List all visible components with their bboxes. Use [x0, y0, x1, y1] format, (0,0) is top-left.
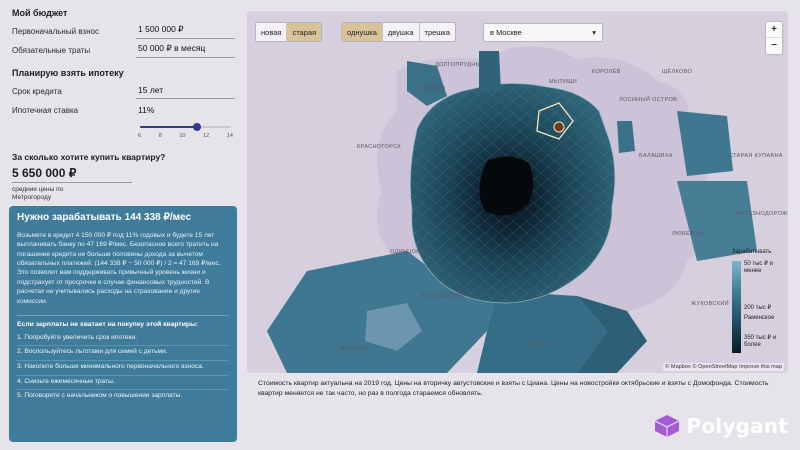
- down-payment-row: Первоначальный взнос 1 500 000 ₽: [12, 22, 235, 39]
- city-label: Долгопрудный: [435, 62, 486, 68]
- city-label: Мытищи: [549, 79, 578, 85]
- room-toggle: однушка двушка трешка: [341, 22, 456, 42]
- tips-title: Если зарплаты не хватает на покупку этой…: [17, 320, 199, 328]
- legend-mid: 200 тыс ₽: [744, 305, 772, 311]
- legend-low: 50 тыс ₽ и менее: [744, 261, 773, 274]
- tip-item: 4. Снизьте ежемесячные траты.: [17, 376, 229, 391]
- rate-tick: 6: [138, 133, 142, 139]
- rate-slider[interactable]: 6 8 10 12 14: [136, 120, 235, 142]
- city-label: Люберцы: [672, 231, 704, 237]
- rate-slider-fill: [140, 126, 197, 128]
- city-label: Щёлково: [662, 69, 693, 75]
- mortgage-title: Планирую взять ипотеку: [12, 68, 124, 78]
- result-title: Нужно зарабатывать 144 338 ₽/мес: [17, 212, 192, 223]
- result-panel: Нужно зарабатывать 144 338 ₽/мес Возьмет…: [9, 206, 237, 442]
- city-label: Одинцово: [390, 249, 425, 255]
- room-button-1[interactable]: двушка: [382, 23, 420, 41]
- city-label: Железнодорожный: [735, 211, 788, 217]
- rate-label: Ипотечная ставка: [12, 106, 79, 115]
- tip-item: 3. Накопите больше минимального первонач…: [17, 361, 229, 376]
- down-payment-input[interactable]: 1 500 000 ₽: [136, 24, 235, 39]
- price-note: средние цены по Метрогороду: [12, 186, 64, 202]
- rate-row: Ипотечная ставка 11%: [12, 101, 235, 118]
- city-label: Балашиха: [639, 153, 673, 159]
- tip-item: 2. Воспользуйтесь льготами для семей с д…: [17, 346, 229, 361]
- location-select[interactable]: в Москве ▾: [483, 23, 603, 42]
- term-row: Срок кредита 15 лет: [12, 82, 235, 99]
- map-canvas[interactable]: [247, 11, 788, 373]
- city-label: Королёв: [592, 69, 621, 75]
- expenses-input[interactable]: 50 000 ₽ в месяц: [136, 43, 235, 58]
- expenses-row: Обязательные траты 50 000 ₽ в месяц: [12, 41, 235, 58]
- city-label: Лосиный Остров: [619, 97, 678, 103]
- footnote: Стоимость квартир актуальна на 2019 год.…: [258, 380, 769, 397]
- market-button-0[interactable]: новая: [256, 23, 288, 41]
- term-label: Срок кредита: [12, 87, 62, 96]
- market-toggle: новая старая: [255, 22, 323, 42]
- rate-tick: 14: [226, 133, 233, 139]
- down-payment-label: Первоначальный взнос: [12, 27, 99, 36]
- legend-high: 350 тыс ₽ и более: [744, 335, 777, 348]
- rate-slider-handle[interactable]: [192, 123, 201, 131]
- price-question: За сколько хотите купить квартиру?: [12, 152, 166, 162]
- room-button-0[interactable]: однушка: [342, 23, 383, 41]
- chevron-down-icon: ▾: [592, 28, 596, 37]
- brand-watermark: Polygant: [653, 414, 788, 438]
- rate-tick: 12: [203, 133, 210, 139]
- map-attribution[interactable]: © Mapbox © OpenStreetMap Improve this ma…: [663, 363, 784, 371]
- brand-name: Polygant: [686, 414, 788, 438]
- city-label: Внуково: [339, 346, 368, 352]
- city-label: Жуковский: [691, 301, 729, 307]
- zoom-out-button[interactable]: −: [766, 38, 782, 54]
- tip-item: 5. Поговорите с начальником о повышении …: [17, 392, 183, 400]
- map[interactable]: новая старая однушка двушка трешка в Москве…: [247, 11, 788, 373]
- price-input[interactable]: 5 650 000 ₽: [12, 166, 132, 183]
- rate-tick: 10: [179, 133, 186, 139]
- city-label: Видное: [525, 342, 551, 348]
- legend-title: Зарабатывать: [732, 249, 772, 255]
- result-description: Возьмете в кредит 4 150 000 ₽ под 11% го…: [17, 232, 221, 305]
- term-input[interactable]: 15 лет: [136, 85, 235, 99]
- city-label: Химки: [424, 86, 446, 92]
- rate-slider-track[interactable]: [140, 123, 231, 131]
- legend-inline-city: Раменское: [744, 315, 775, 321]
- location-select-value: в Москве: [490, 28, 522, 37]
- zoom-control: + −: [766, 22, 782, 54]
- zoom-in-button[interactable]: +: [766, 22, 782, 38]
- map-legend: Зарабатывать 50 тыс ₽ и менее 200 тыс ₽ …: [732, 249, 782, 353]
- rate-slider-ticks: 6 8 10 12 14: [136, 133, 235, 139]
- rate-tick: 8: [158, 133, 162, 139]
- expenses-label: Обязательные траты: [12, 46, 91, 55]
- rate-value: 11%: [138, 105, 155, 115]
- city-label: Старая Купавна: [729, 153, 783, 159]
- result-divider: [17, 314, 229, 316]
- budget-title: Мой бюджет: [12, 8, 68, 18]
- market-button-1[interactable]: старая: [287, 23, 322, 41]
- city-label: Московский: [422, 293, 465, 299]
- city-label: Красногорск: [357, 144, 401, 150]
- polygant-logo-icon: [655, 415, 680, 437]
- room-button-2[interactable]: трешка: [419, 23, 455, 41]
- tip-item: 1. Попробуйте увеличить срок ипотеки.: [17, 332, 229, 347]
- tips-list: 1. Попробуйте увеличить срок ипотеки. 2. …: [17, 332, 229, 404]
- legend-gradient: [732, 261, 741, 353]
